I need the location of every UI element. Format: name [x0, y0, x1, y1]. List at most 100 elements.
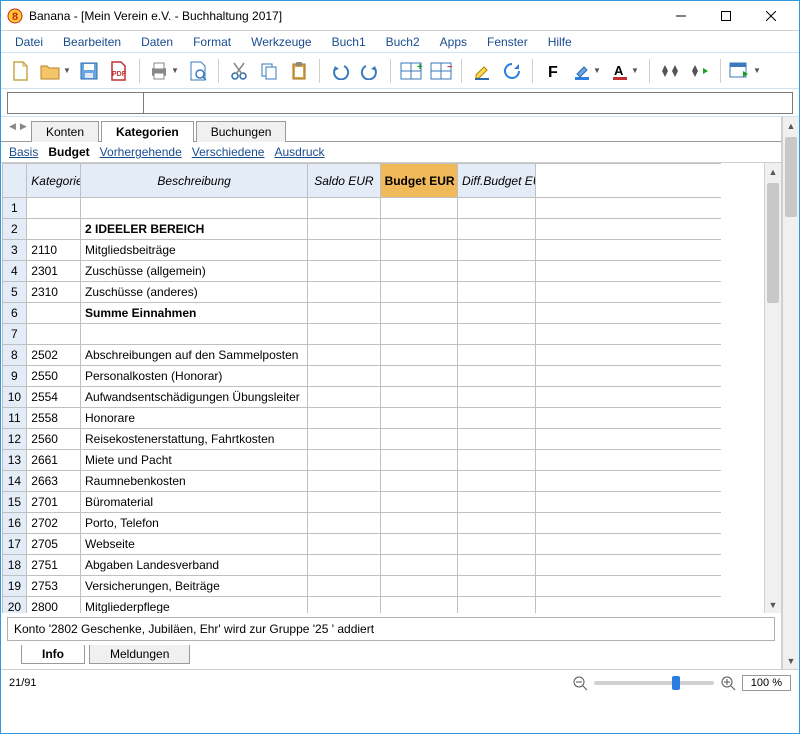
cell-saldo[interactable] — [308, 303, 380, 324]
table-row[interactable]: 202800Mitgliederpflege — [2, 597, 721, 614]
cell-beschreibung[interactable] — [80, 324, 307, 345]
cell-budget[interactable] — [380, 324, 457, 345]
col-beschreibung[interactable]: Beschreibung — [80, 164, 307, 198]
cell-budget[interactable] — [380, 282, 457, 303]
tab-nav-arrows[interactable]: ◀▶ — [7, 121, 29, 132]
menu-fenster[interactable]: Fenster — [477, 33, 538, 51]
paste-icon[interactable] — [285, 57, 313, 85]
cell-kategorie[interactable]: 2663 — [27, 471, 81, 492]
table-row-delete-icon[interactable]: − — [427, 57, 455, 85]
cell-kategorie[interactable]: 2751 — [27, 555, 81, 576]
cell-saldo[interactable] — [308, 492, 380, 513]
cell-beschreibung[interactable]: Zuschüsse (allgemein) — [80, 261, 307, 282]
subtab-basis[interactable]: Basis — [9, 145, 38, 159]
zoom-in-icon[interactable] — [720, 675, 736, 691]
export-window-icon[interactable]: ▼ — [727, 57, 763, 85]
subtab-budget[interactable]: Budget — [48, 145, 89, 159]
tab-konten[interactable]: Konten — [31, 121, 99, 142]
cell-beschreibung[interactable]: Summe Einnahmen — [80, 303, 307, 324]
row-number[interactable]: 20 — [2, 597, 27, 614]
redo-icon[interactable] — [356, 57, 384, 85]
cell-beschreibung[interactable]: Büromaterial — [80, 492, 307, 513]
row-number[interactable]: 1 — [2, 198, 27, 219]
cell-diff[interactable] — [458, 513, 535, 534]
subtab-verschiedene[interactable]: Verschiedene — [192, 145, 265, 159]
cell-beschreibung[interactable]: Webseite — [80, 534, 307, 555]
table-row[interactable]: 6Summe Einnahmen — [2, 303, 721, 324]
cell-budget[interactable] — [380, 492, 457, 513]
cell-budget[interactable] — [380, 387, 457, 408]
cell-diff[interactable] — [458, 261, 535, 282]
cell-kategorie[interactable]: 2702 — [27, 513, 81, 534]
table-row[interactable]: 82502Abschreibungen auf den Sammelposten — [2, 345, 721, 366]
cell-saldo[interactable] — [308, 408, 380, 429]
row-number[interactable]: 10 — [2, 387, 27, 408]
save-icon[interactable] — [75, 57, 103, 85]
grid-vertical-scrollbar[interactable]: ▲ ▼ — [764, 163, 781, 613]
cell-kategorie[interactable]: 2502 — [27, 345, 81, 366]
cell-saldo[interactable] — [308, 513, 380, 534]
cell-beschreibung[interactable]: Personalkosten (Honorar) — [80, 366, 307, 387]
row-number[interactable]: 3 — [2, 240, 27, 261]
cell-kategorie[interactable]: 2110 — [27, 240, 81, 261]
cell-kategorie[interactable]: 2800 — [27, 597, 81, 614]
cell-diff[interactable] — [458, 492, 535, 513]
menu-apps[interactable]: Apps — [430, 33, 477, 51]
cell-diff[interactable] — [458, 555, 535, 576]
row-number[interactable]: 19 — [2, 576, 27, 597]
copy-icon[interactable] — [255, 57, 283, 85]
find-icon[interactable] — [656, 57, 684, 85]
subtab-ausdruck[interactable]: Ausdruck — [274, 145, 324, 159]
print-preview-icon[interactable] — [184, 57, 212, 85]
row-number[interactable]: 4 — [2, 261, 27, 282]
cell-budget[interactable] — [380, 366, 457, 387]
cell-kategorie[interactable]: 2310 — [27, 282, 81, 303]
cell-budget[interactable] — [380, 219, 457, 240]
cell-kategorie[interactable]: 2560 — [27, 429, 81, 450]
highlight-icon[interactable] — [468, 57, 496, 85]
cell-budget[interactable] — [380, 576, 457, 597]
cut-icon[interactable] — [225, 57, 253, 85]
cell-kategorie[interactable] — [27, 324, 81, 345]
cell-kategorie[interactable]: 2301 — [27, 261, 81, 282]
cell-kategorie[interactable]: 2661 — [27, 450, 81, 471]
menu-werkzeuge[interactable]: Werkzeuge — [241, 33, 321, 51]
table-row[interactable]: 122560Reisekostenerstattung, Fahrtkosten — [2, 429, 721, 450]
col-diff[interactable]: Diff.Budget EUR — [458, 164, 535, 198]
cell-beschreibung[interactable]: Miete und Pacht — [80, 450, 307, 471]
data-grid[interactable]: KategorieBeschreibungSaldo EURBudget EUR… — [1, 163, 781, 613]
table-row[interactable]: 52310Zuschüsse (anderes) — [2, 282, 721, 303]
cell-beschreibung[interactable]: Aufwandsentschädigungen Übungsleiter — [80, 387, 307, 408]
menu-buch1[interactable]: Buch1 — [322, 33, 376, 51]
outer-scroll-down-icon[interactable]: ▼ — [783, 652, 799, 669]
cell-diff[interactable] — [458, 408, 535, 429]
row-number[interactable]: 8 — [2, 345, 27, 366]
table-row[interactable]: 162702Porto, Telefon — [2, 513, 721, 534]
tab-kategorien[interactable]: Kategorien — [101, 121, 194, 142]
cell-saldo[interactable] — [308, 534, 380, 555]
cell-beschreibung[interactable]: Zuschüsse (anderes) — [80, 282, 307, 303]
cell-kategorie[interactable]: 2558 — [27, 408, 81, 429]
close-button[interactable] — [748, 2, 793, 30]
col-budget[interactable]: Budget EUR — [380, 164, 457, 198]
row-number[interactable]: 5 — [2, 282, 27, 303]
cell-kategorie[interactable]: 2705 — [27, 534, 81, 555]
row-number[interactable]: 18 — [2, 555, 27, 576]
cell-budget[interactable] — [380, 345, 457, 366]
table-row[interactable]: 7 — [2, 324, 721, 345]
zoom-level[interactable]: 100 % — [742, 675, 791, 691]
cell-saldo[interactable] — [308, 429, 380, 450]
col-kategorie[interactable]: Kategorie — [27, 164, 81, 198]
cell-diff[interactable] — [458, 219, 535, 240]
cell-diff[interactable] — [458, 282, 535, 303]
cell-saldo[interactable] — [308, 324, 380, 345]
cell-budget[interactable] — [380, 303, 457, 324]
menu-datei[interactable]: Datei — [5, 33, 53, 51]
bold-format-icon[interactable]: F — [539, 57, 567, 85]
zoom-slider[interactable] — [594, 681, 714, 685]
refresh-icon[interactable] — [498, 57, 526, 85]
cell-saldo[interactable] — [308, 219, 380, 240]
cell-budget[interactable] — [380, 198, 457, 219]
cell-beschreibung[interactable]: Honorare — [80, 408, 307, 429]
row-number[interactable]: 9 — [2, 366, 27, 387]
